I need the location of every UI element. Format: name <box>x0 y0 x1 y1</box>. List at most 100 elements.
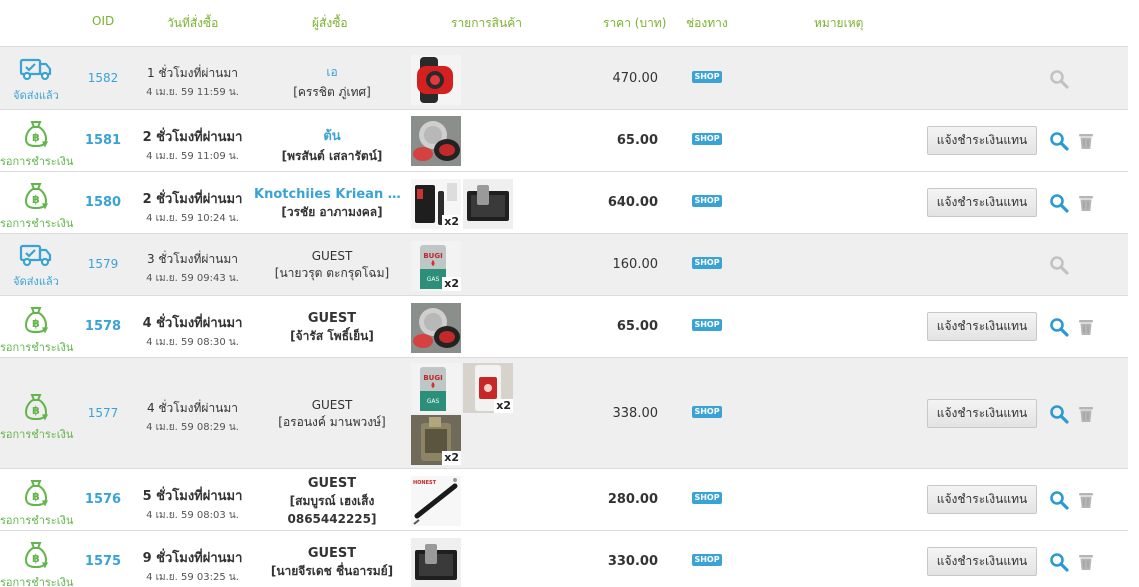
order-id-link[interactable]: 1580 <box>78 195 128 210</box>
search-icon[interactable] <box>1049 255 1069 275</box>
order-status: ฿รอการชำระเงิน <box>0 305 73 356</box>
order-id-link[interactable]: 1575 <box>78 554 128 569</box>
buyer-real-name: [จ้ารัส โพธิ์เย็น] <box>290 329 374 343</box>
notify-payment-button[interactable]: แจ้งชำระเงินแทน <box>927 485 1037 514</box>
trash-icon[interactable] <box>1076 404 1096 424</box>
order-date: 5 ชั่วโมงที่ผ่านมา 4 เม.ย. 59 08:03 น. <box>135 485 250 523</box>
notify-payment-button[interactable]: แจ้งชำระเงินแทน <box>927 126 1037 155</box>
svg-text:฿: ฿ <box>32 131 40 144</box>
col-items: รายการสินค้า <box>451 16 522 30</box>
buyer-name[interactable]: เอ <box>254 63 410 82</box>
search-icon[interactable] <box>1049 69 1069 89</box>
status-label: จัดส่งแล้ว <box>13 88 59 102</box>
product-thumbnail[interactable]: x2 <box>411 415 461 465</box>
product-thumbnail[interactable]: BUGI GAS <box>411 363 461 413</box>
relative-time: 4 ชั่วโมงที่ผ่านมา <box>146 400 239 415</box>
table-row: ฿รอการชำระเงิน 1576 5 ชั่วโมงที่ผ่านมา 4 เม… <box>0 468 1128 530</box>
order-date: 4 ชั่วโมงที่ผ่านมา 4 เม.ย. 59 08:30 น. <box>135 312 250 350</box>
buyer-real-name: [นายจีรเดช ชื่นอารมย์] <box>270 564 394 578</box>
product-thumbnail[interactable]: BUGI GAS x2 <box>411 241 461 291</box>
timestamp: 4 เม.ย. 59 03:25 น. <box>146 572 239 583</box>
order-id-link[interactable]: 1579 <box>78 257 128 271</box>
status-label: จัดส่งแล้ว <box>13 275 59 288</box>
buyer-real-name: [วรชัย อาภามงคล] <box>281 205 383 219</box>
table-row: ฿รอการชำระเงิน 1575 9 ชั่วโมงที่ผ่านมา 4 เม… <box>0 530 1128 587</box>
buyer-name[interactable]: ต้น <box>254 125 410 146</box>
buyer-real-name: [พรสันต์ เสลารัตน์] <box>281 149 383 163</box>
order-date: 2 ชั่วโมงที่ผ่านมา 4 เม.ย. 59 11:09 น. <box>135 126 250 164</box>
order-date: 2 ชั่วโมงที่ผ่านมา 4 เม.ย. 59 10:24 น. <box>135 188 250 226</box>
notify-payment-button[interactable]: แจ้งชำระเงินแทน <box>927 188 1037 217</box>
product-thumbnail[interactable]: x2 <box>411 179 461 229</box>
timestamp: 4 เม.ย. 59 08:29 น. <box>146 421 239 433</box>
search-icon[interactable] <box>1049 317 1069 337</box>
order-status: จัดส่งแล้ว <box>0 243 72 290</box>
timestamp: 4 เม.ย. 59 11:09 น. <box>146 151 239 162</box>
channel-badge: SHOP <box>692 70 722 83</box>
order-price: 338.00 <box>612 405 659 421</box>
order-id-link[interactable]: 1581 <box>78 133 128 148</box>
channel-badge: SHOP <box>692 133 722 145</box>
trash-icon[interactable] <box>1076 317 1096 337</box>
notify-payment-button[interactable]: แจ้งชำระเงินแทน <box>927 398 1037 428</box>
product-thumbnail[interactable] <box>411 116 461 166</box>
product-thumbnail[interactable] <box>411 55 461 105</box>
notify-payment-button[interactable]: แจ้งชำระเงินแทน <box>927 547 1037 576</box>
relative-time: 1 ชั่วโมงที่ผ่านมา <box>146 65 239 80</box>
relative-time: 2 ชั่วโมงที่ผ่านมา <box>142 192 243 207</box>
svg-text:฿: ฿ <box>32 317 40 330</box>
buyer: GUEST [นายจีรเดช ชื่นอารมย์] <box>254 546 410 581</box>
search-icon[interactable] <box>1049 404 1069 424</box>
truck-check-icon <box>0 57 72 83</box>
col-price: ราคา (บาท) <box>603 16 667 30</box>
table-header: OID วันที่สั่งซื้อ ผู้สั่งซื้อ รายการสิน… <box>0 0 1128 46</box>
search-icon[interactable] <box>1049 193 1069 213</box>
order-status: ฿รอการชำระเงิน <box>0 392 73 443</box>
search-icon[interactable] <box>1049 552 1069 572</box>
relative-time: 9 ชั่วโมงที่ผ่านมา <box>142 551 243 566</box>
order-price: 470.00 <box>612 70 659 86</box>
timestamp: 4 เม.ย. 59 09:43 น. <box>146 273 239 284</box>
order-price: 65.00 <box>616 319 658 334</box>
order-price: 160.00 <box>612 257 659 272</box>
buyer-real-name: [นายวรุต ตะกรุดโฉม] <box>274 266 390 280</box>
product-thumbnail[interactable]: x2 <box>463 363 513 413</box>
order-date: 4 ชั่วโมงที่ผ่านมา 4 เม.ย. 59 08:29 น. <box>135 399 250 435</box>
svg-text:฿: ฿ <box>32 404 40 417</box>
product-thumbnail[interactable] <box>463 179 513 229</box>
trash-icon[interactable] <box>1076 193 1096 213</box>
channel-badge: SHOP <box>692 554 722 566</box>
order-id-link[interactable]: 1578 <box>78 319 128 334</box>
item-quantity: x2 <box>442 277 461 291</box>
money-bag-icon: ฿ <box>0 540 72 570</box>
svg-text:BUGI: BUGI <box>423 252 442 260</box>
product-thumbnail[interactable] <box>411 303 461 353</box>
buyer: GUEST [จ้ารัส โพธิ์เย็น] <box>254 311 410 346</box>
relative-time: 4 ชั่วโมงที่ผ่านมา <box>142 316 243 331</box>
table-row: ฿รอการชำระเงิน 1580 2 ชั่วโมงที่ผ่านมา 4 เม… <box>0 171 1128 233</box>
product-thumbnail[interactable] <box>411 538 461 587</box>
search-icon[interactable] <box>1049 131 1069 151</box>
money-bag-icon: ฿ <box>0 392 72 422</box>
money-bag-icon: ฿ <box>0 119 72 149</box>
order-id-link[interactable]: 1582 <box>78 71 128 85</box>
trash-icon[interactable] <box>1076 131 1096 151</box>
buyer-name: GUEST <box>311 397 353 412</box>
svg-text:BUGI: BUGI <box>423 374 442 382</box>
buyer-name: GUEST <box>307 476 357 491</box>
order-date: 1 ชั่วโมงที่ผ่านมา 4 เม.ย. 59 11:59 น. <box>135 64 250 100</box>
search-icon[interactable] <box>1049 490 1069 510</box>
buyer-name: GUEST <box>311 249 353 263</box>
relative-time: 5 ชั่วโมงที่ผ่านมา <box>142 489 243 504</box>
notify-payment-button[interactable]: แจ้งชำระเงินแทน <box>927 312 1037 341</box>
order-id-link[interactable]: 1577 <box>78 406 128 420</box>
order-id-link[interactable]: 1576 <box>78 492 128 507</box>
trash-icon[interactable] <box>1076 552 1096 572</box>
buyer: GUEST [สมบูรณ์ เฮงเส็ง 0865442225] <box>254 476 410 526</box>
product-thumbnail[interactable]: HONEST <box>411 476 461 526</box>
buyer-name[interactable]: Knotchiies Kriean Vivic... <box>254 187 410 202</box>
order-price: 330.00 <box>607 554 658 569</box>
trash-icon[interactable] <box>1076 490 1096 510</box>
item-quantity: x2 <box>494 399 513 413</box>
svg-text:฿: ฿ <box>32 490 40 503</box>
